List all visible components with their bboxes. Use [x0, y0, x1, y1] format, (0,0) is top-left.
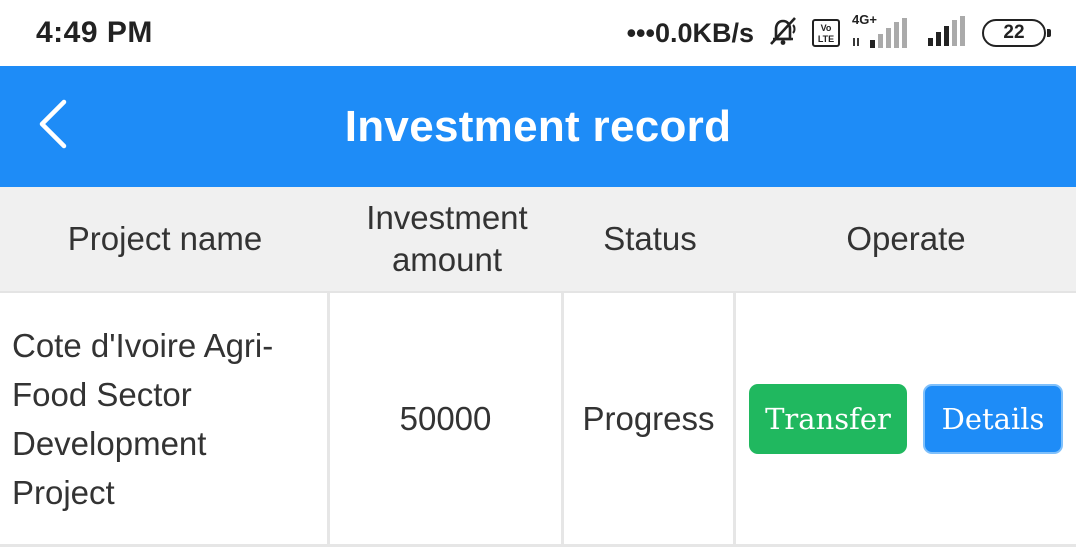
status-bar: 4:49 PM •••0.0KB/s Vo LTE 4G+ 22: [0, 0, 1076, 66]
status-cell: Progress: [564, 293, 736, 547]
status-icons: •••0.0KB/s Vo LTE 4G+ 22: [626, 12, 1051, 53]
mute-notifications-icon: [766, 15, 800, 52]
table-row: Cote d'Ivoire Agri-Food Sector Developme…: [0, 293, 1076, 547]
status-time: 4:49 PM: [36, 16, 153, 49]
column-header-operate: Operate: [846, 220, 966, 257]
volte-label-bottom: LTE: [817, 34, 835, 44]
investment-amount-cell: 50000: [330, 293, 564, 547]
signal-4g-icon: 4G+: [852, 12, 914, 50]
column-header-investment-amount: Investment amount: [366, 199, 528, 278]
signal-strength-icon: [926, 14, 970, 53]
project-name-cell: Cote d'Ivoire Agri-Food Sector Developme…: [0, 293, 330, 547]
network-speed: •••0.0KB/s: [626, 17, 754, 48]
column-header-status: Status: [603, 220, 697, 257]
chevron-left-icon: [39, 99, 67, 149]
details-button[interactable]: Details: [923, 383, 1063, 454]
battery-level: 22: [1003, 22, 1025, 43]
battery-icon: 22: [982, 19, 1051, 47]
volte-icon: Vo LTE: [812, 19, 840, 47]
transfer-button[interactable]: Transfer: [749, 383, 907, 454]
table-header: Project name Investment amount Status Op…: [0, 187, 1076, 293]
column-header-project-name: Project name: [67, 220, 263, 257]
operate-cell: Transfer Details: [736, 293, 1076, 547]
volte-label-top: Vo: [820, 23, 832, 33]
back-button[interactable]: [30, 94, 80, 154]
investment-table: Project name Investment amount Status Op…: [0, 187, 1076, 547]
app-header: Investment record: [0, 66, 1076, 187]
page-title: Investment record: [344, 101, 732, 151]
